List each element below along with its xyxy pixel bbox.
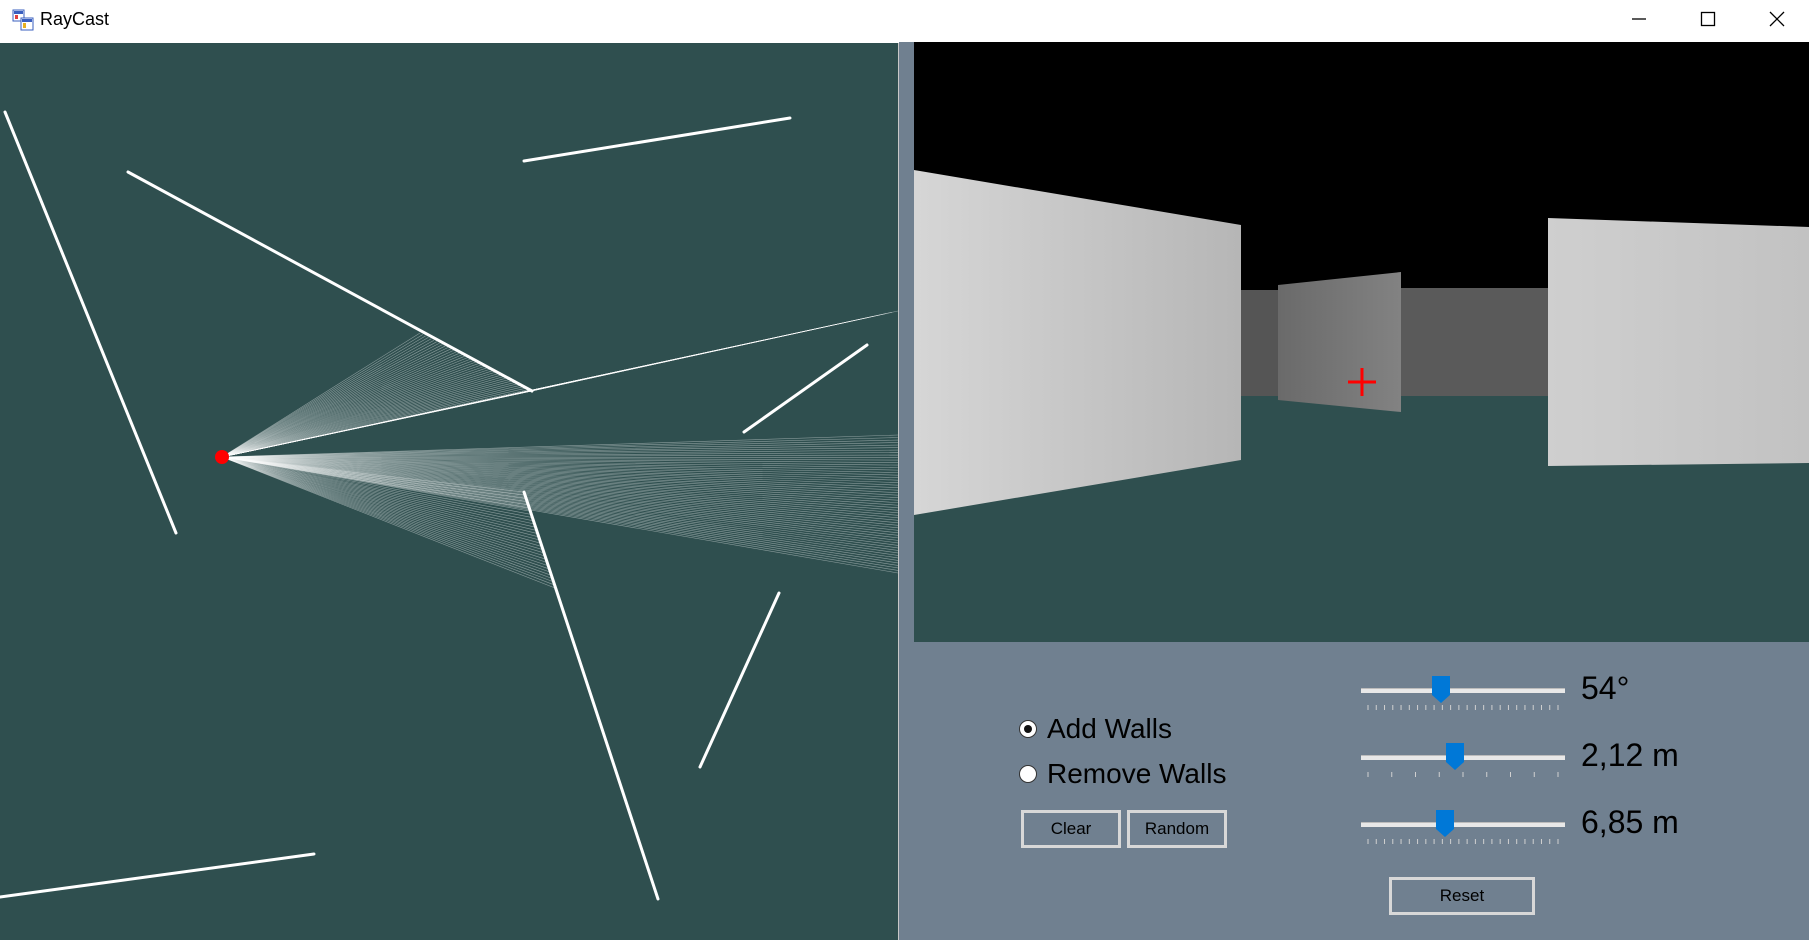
wall bbox=[0, 852, 316, 899]
3d-viewport bbox=[914, 42, 1809, 642]
wall bbox=[742, 343, 869, 434]
wall bbox=[522, 490, 660, 901]
fov-value: 54° bbox=[1581, 670, 1630, 706]
minimize-icon bbox=[1632, 18, 1646, 20]
slider-track bbox=[1361, 822, 1565, 827]
view-distance-slider[interactable] bbox=[1361, 805, 1565, 845]
wall bbox=[126, 170, 534, 393]
maximize-button[interactable] bbox=[1674, 0, 1744, 38]
close-icon bbox=[1769, 11, 1785, 27]
add-walls-label: Add Walls bbox=[1047, 713, 1173, 744]
radio-remove-walls[interactable]: Remove Walls bbox=[1019, 758, 1226, 790]
slider-thumb[interactable] bbox=[1445, 743, 1464, 770]
wall-height-slider[interactable] bbox=[1361, 738, 1565, 778]
wall bbox=[3, 110, 178, 535]
random-button[interactable]: Random bbox=[1127, 810, 1227, 848]
wall-height-value: 2,12 m bbox=[1581, 737, 1679, 773]
ray-fan bbox=[221, 310, 898, 589]
close-button[interactable] bbox=[1743, 0, 1809, 38]
map-canvas[interactable] bbox=[0, 43, 899, 940]
window-title: RayCast bbox=[40, 9, 110, 29]
add-walls-radio-circle[interactable] bbox=[1019, 720, 1037, 738]
wall-center bbox=[1278, 272, 1401, 412]
slider-track bbox=[1361, 688, 1565, 693]
minimize-button[interactable] bbox=[1605, 0, 1675, 38]
fov-slider[interactable] bbox=[1361, 671, 1565, 711]
raycast-app-icon bbox=[12, 9, 34, 31]
wall bbox=[698, 591, 781, 769]
view-distance-value: 6,85 m bbox=[1581, 804, 1679, 840]
title-bar: RayCast bbox=[0, 0, 1809, 42]
remove-walls-label: Remove Walls bbox=[1047, 758, 1227, 789]
maximize-icon bbox=[1700, 11, 1716, 27]
far-wall-right bbox=[1401, 288, 1548, 396]
radio-add-walls[interactable]: Add Walls bbox=[1019, 713, 1172, 745]
wall bbox=[522, 116, 792, 163]
reset-button[interactable]: Reset bbox=[1389, 877, 1535, 915]
wall-right bbox=[1548, 218, 1809, 466]
remove-walls-radio-circle[interactable] bbox=[1019, 765, 1037, 783]
slider-thumb[interactable] bbox=[1435, 810, 1454, 837]
slider-thumb[interactable] bbox=[1431, 676, 1450, 703]
player-marker[interactable] bbox=[215, 450, 229, 464]
wall-left bbox=[914, 170, 1241, 515]
right-panel: Add Walls Remove Walls Clear Random Rese… bbox=[899, 42, 1809, 940]
clear-button[interactable]: Clear bbox=[1021, 810, 1121, 848]
slider-ticks bbox=[1367, 705, 1559, 710]
far-wall-left bbox=[1240, 290, 1280, 396]
slider-ticks bbox=[1367, 772, 1559, 777]
slider-ticks bbox=[1367, 839, 1559, 844]
